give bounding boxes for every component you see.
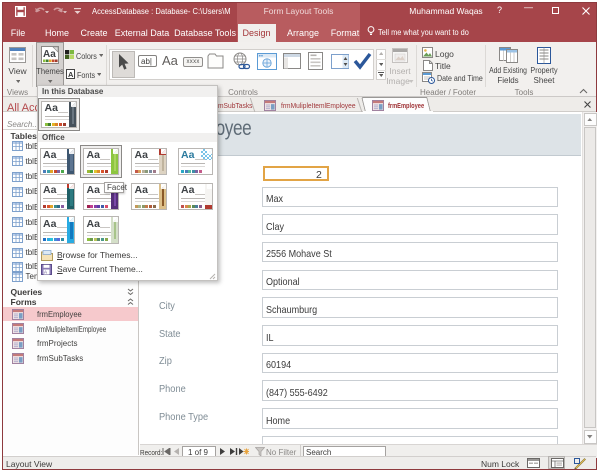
svg-text:Aa: Aa	[43, 49, 56, 60]
svg-text:A: A	[44, 270, 47, 275]
